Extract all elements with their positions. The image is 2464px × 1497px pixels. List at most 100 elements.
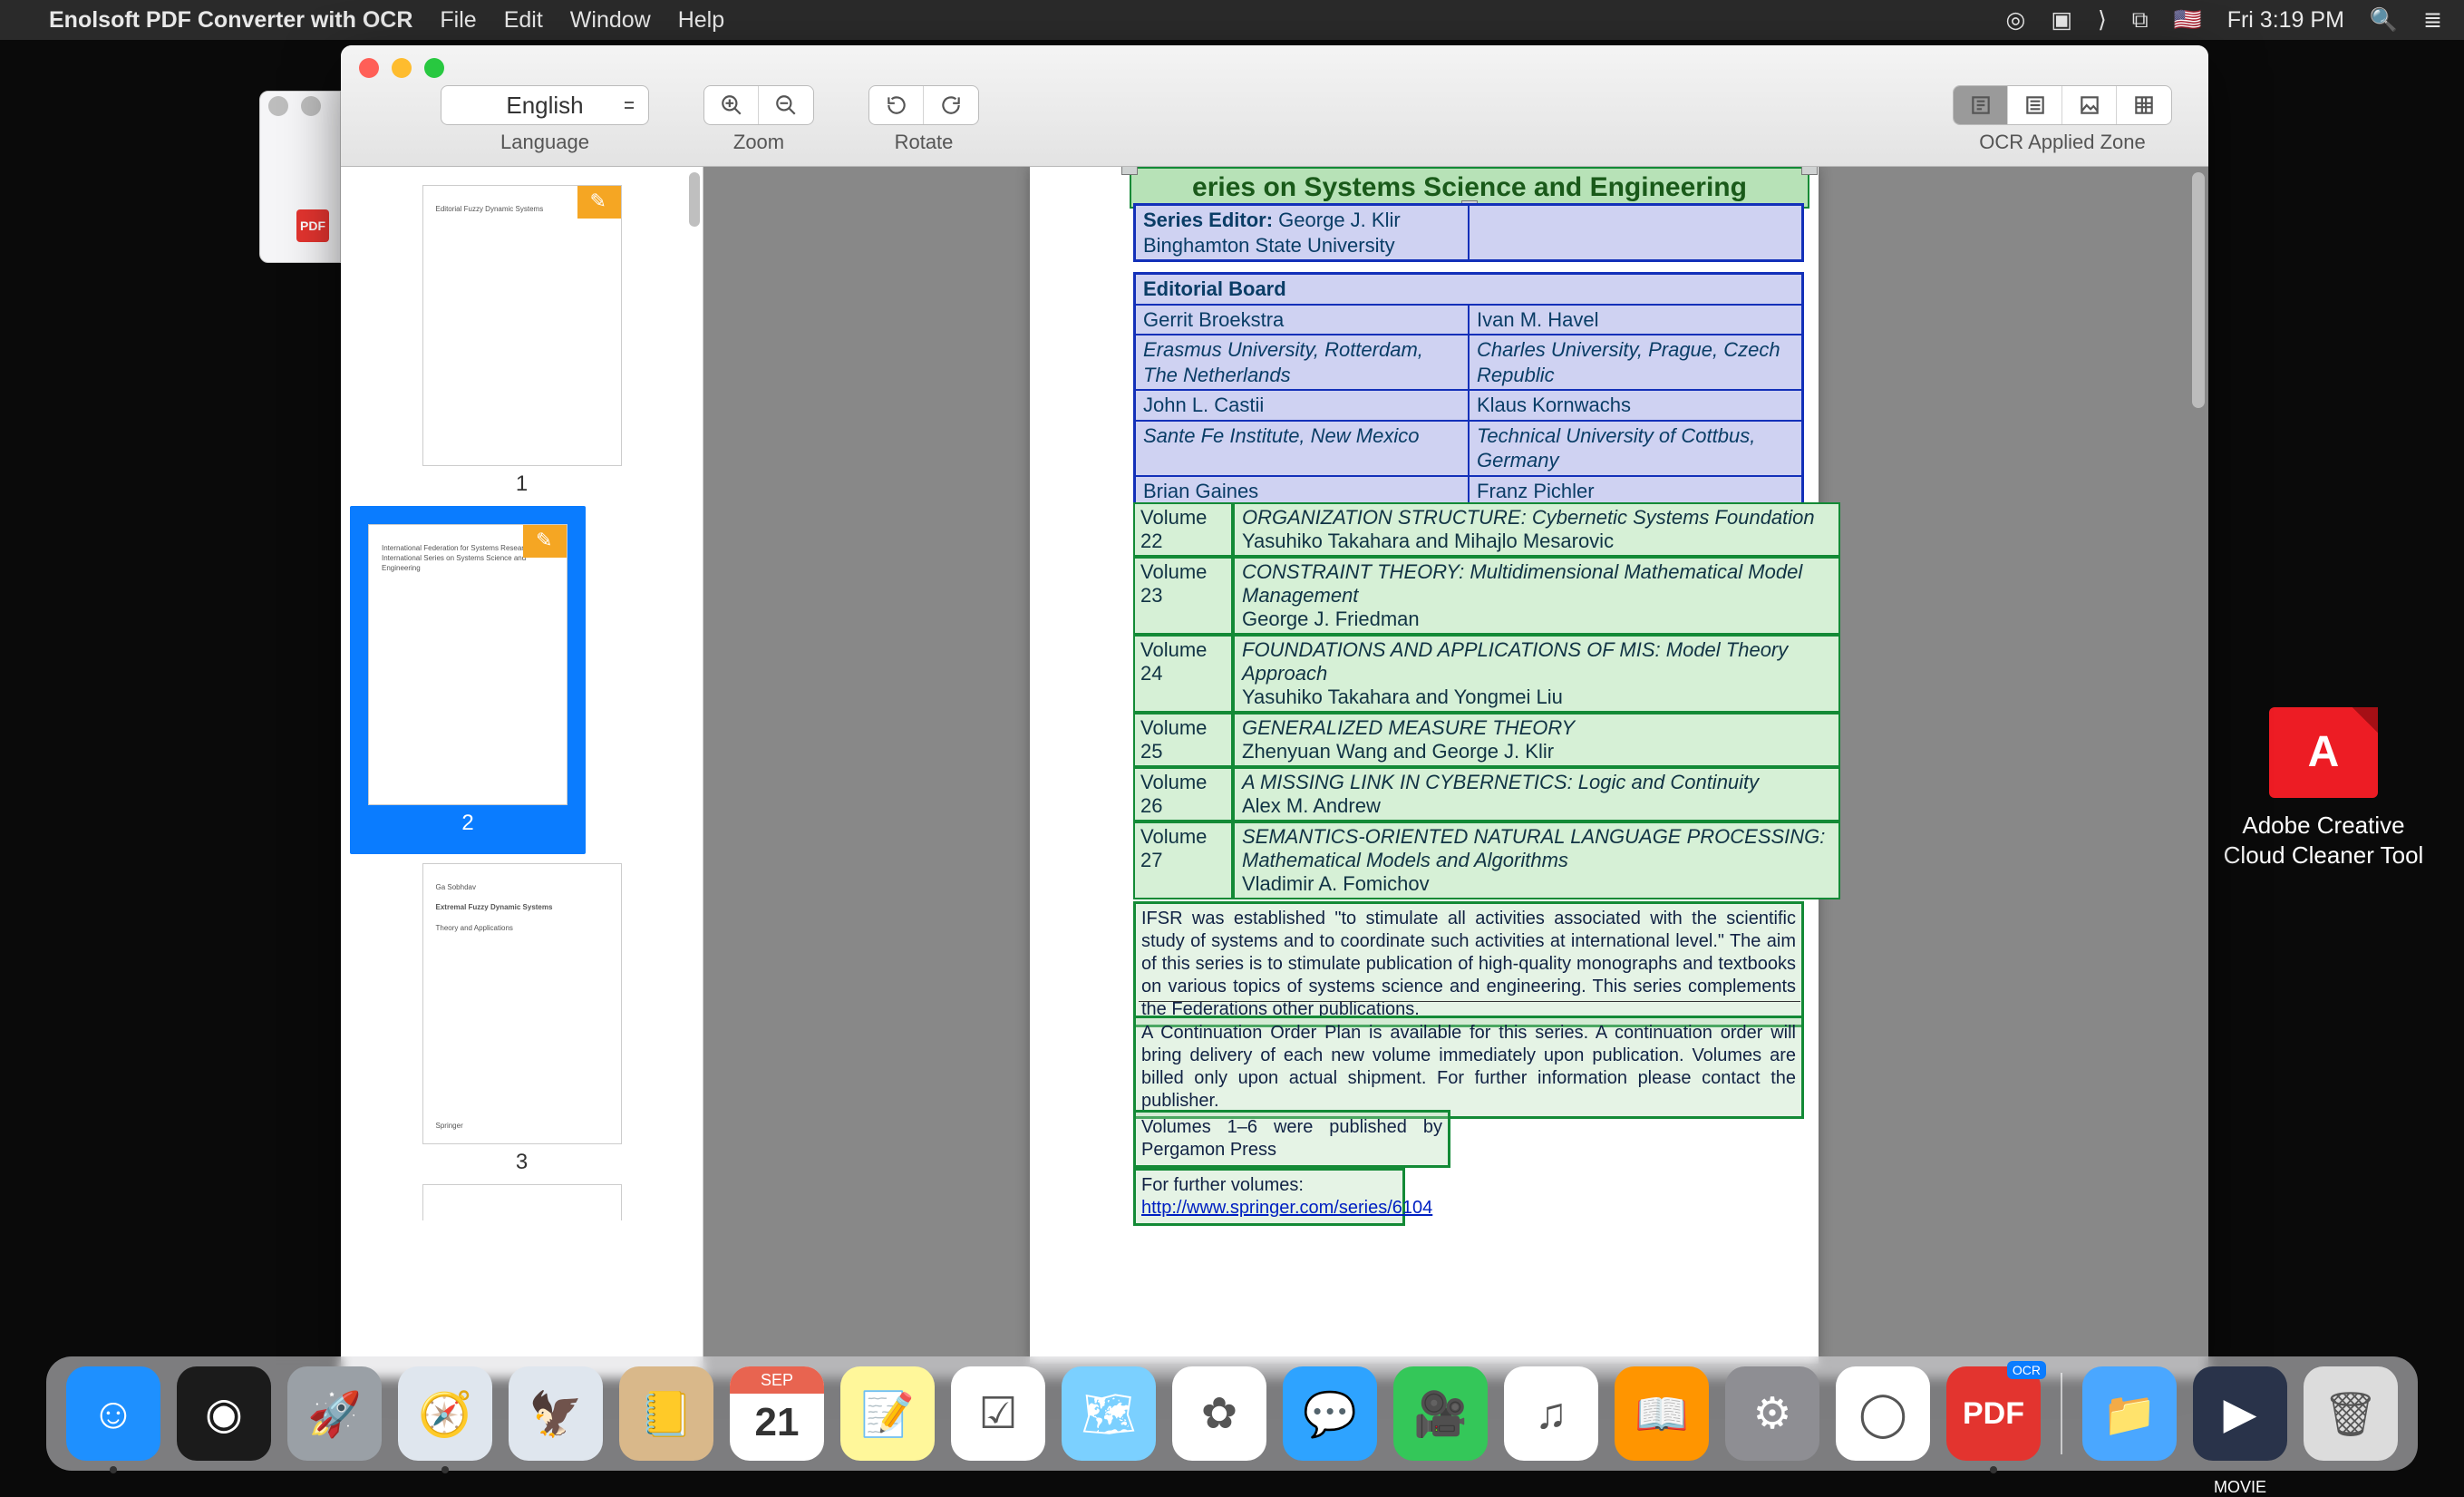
dock-app-safari[interactable]: 🧭: [398, 1366, 492, 1461]
volume-number: Volume 25: [1133, 713, 1233, 767]
thumbnail-number: 2: [359, 811, 577, 836]
dock-app-chrome[interactable]: ◯: [1836, 1366, 1930, 1461]
menubar-app-name[interactable]: Enolsoft PDF Converter with OCR: [49, 7, 412, 34]
dock-app-pdf-ocr[interactable]: PDFOCR: [1946, 1366, 2041, 1461]
volume-number: Volume 27: [1133, 821, 1233, 899]
dock-app-messages[interactable]: 💬: [1283, 1366, 1377, 1461]
dock-app-finder[interactable]: ☺: [66, 1366, 160, 1461]
dock-app-reminders[interactable]: ☑: [951, 1366, 1045, 1461]
pergamon-text: Volumes 1–6 were published by Pergamon P…: [1136, 1113, 1448, 1165]
ocr-zone-editorial-board[interactable]: Editorial Board Gerrit Broekstra Ivan M.…: [1133, 272, 1804, 539]
rotate-ccw-button[interactable]: [869, 86, 924, 124]
dock-app-trash[interactable]: 🗑: [2304, 1366, 2398, 1461]
thumbnail-page-1[interactable]: Editorial Fuzzy Dynamic Systems 1: [422, 185, 622, 497]
thumbnail-page-2[interactable]: International Federation for Systems Res…: [350, 506, 586, 854]
minimize-button[interactable]: [392, 58, 412, 78]
zoom-out-button[interactable]: [759, 86, 813, 124]
displays-icon[interactable]: ⧉: [2132, 7, 2149, 34]
ocr-zone-label: OCR Applied Zone: [1979, 131, 2145, 154]
ocr-zone-auto-button[interactable]: [1954, 86, 2008, 124]
adobe-icon: A: [2269, 707, 2378, 798]
app-window: English Language Zoom Rotate: [341, 45, 2208, 1378]
dock-app-downloads[interactable]: 📁: [2082, 1366, 2177, 1461]
ocr-zone-further-volumes[interactable]: For further volumes: http://www.springer…: [1133, 1168, 1405, 1226]
volume-number: Volume 23: [1133, 557, 1233, 635]
flag-icon[interactable]: 🇺🇸: [2174, 7, 2202, 34]
language-value: English: [506, 92, 583, 120]
mac-menubar: Enolsoft PDF Converter with OCR File Edi…: [0, 0, 2464, 40]
ocr-zone-volumes[interactable]: Volume 22ORGANIZATION STRUCTURE: Cyberne…: [1133, 502, 1840, 899]
airplay-icon[interactable]: ▣: [2051, 6, 2072, 34]
dock-label: MOVIE: [2186, 1478, 2294, 1497]
window-traffic-lights: [359, 58, 444, 78]
language-select[interactable]: English: [441, 85, 649, 125]
zoom-label: Zoom: [733, 131, 784, 154]
menu-help[interactable]: Help: [678, 7, 724, 34]
springer-link[interactable]: http://www.springer.com/series/6104: [1141, 1198, 1432, 1218]
ocr-zone-image-button[interactable]: [2062, 86, 2117, 124]
desktop-icon-adobe-cleaner[interactable]: A Adobe Creative Cloud Cleaner Tool: [2219, 707, 2428, 870]
creative-cloud-icon[interactable]: ◎: [2005, 6, 2025, 34]
dock-app-movie[interactable]: ▶MOVIE: [2193, 1366, 2287, 1461]
dock-app-sysprefs[interactable]: ⚙: [1725, 1366, 1819, 1461]
ocr-zone-continuation-paragraph[interactable]: A Continuation Order Plan is available f…: [1133, 1016, 1804, 1119]
volume-desc: GENERALIZED MEASURE THEORYZhenyuan Wang …: [1233, 713, 1840, 767]
dock-app-mail[interactable]: 🦅: [509, 1366, 603, 1461]
ocr-zone-series-editor[interactable]: Series Editor: George J. KlirBinghamton …: [1133, 203, 1804, 262]
menubar-clock[interactable]: Fri 3:19 PM: [2227, 7, 2344, 34]
document-page: eries on Systems Science and Engineering…: [1030, 167, 1819, 1364]
dock-app-siri[interactable]: ◉: [177, 1366, 271, 1461]
thumbnail-page-4[interactable]: [422, 1184, 622, 1220]
volume-desc: A MISSING LINK IN CYBERNETICS: Logic and…: [1233, 767, 1840, 821]
thumbnail-page-3[interactable]: Ga Sobhdav Extremal Fuzzy Dynamic System…: [422, 863, 622, 1175]
ifsr-text: IFSR was established "to stimulate all a…: [1136, 904, 1801, 1025]
desktop-icon-label: Adobe Creative Cloud Cleaner Tool: [2219, 811, 2428, 870]
document-viewer[interactable]: eries on Systems Science and Engineering…: [703, 167, 2208, 1378]
dock-app-facetime[interactable]: 🎥: [1393, 1366, 1488, 1461]
rotate-cw-button[interactable]: [924, 86, 978, 124]
continuation-text: A Continuation Order Plan is available f…: [1136, 1018, 1801, 1116]
toolbar: English Language Zoom Rotate: [341, 45, 2208, 167]
dock-app-calendar[interactable]: SEP21: [730, 1366, 824, 1461]
volume-desc: SEMANTICS-ORIENTED NATURAL LANGUAGE PROC…: [1233, 821, 1840, 899]
menu-file[interactable]: File: [440, 7, 476, 34]
sidebar-scrollbar[interactable]: [689, 172, 700, 227]
viewer-scrollbar[interactable]: [2192, 172, 2205, 408]
content-area: Editorial Fuzzy Dynamic Systems 1 Intern…: [341, 167, 2208, 1378]
volume-number: Volume 22: [1133, 502, 1233, 557]
pencil-icon: [523, 525, 567, 558]
menu-edit[interactable]: Edit: [504, 7, 543, 34]
thumbnail-number: 1: [422, 471, 622, 497]
rotate-label: Rotate: [895, 131, 954, 154]
divider: [1139, 1001, 1800, 1002]
rotate-segment: [868, 85, 979, 125]
dock-app-maps[interactable]: 🗺: [1062, 1366, 1156, 1461]
language-label: Language: [500, 131, 589, 154]
thumbnail-sidebar[interactable]: Editorial Fuzzy Dynamic Systems 1 Intern…: [341, 167, 703, 1378]
running-indicator: [1990, 1466, 1997, 1473]
ocr-zone-segment: [1953, 85, 2172, 125]
spotlight-icon[interactable]: 🔍: [2370, 7, 2398, 34]
zoom-button[interactable]: [424, 58, 444, 78]
resize-handle[interactable]: [1121, 167, 1138, 175]
list-icon[interactable]: ≣: [2423, 6, 2442, 34]
ocr-zone-text-button[interactable]: [2008, 86, 2062, 124]
ocr-zone-ifsr-paragraph[interactable]: IFSR was established "to stimulate all a…: [1133, 901, 1804, 1027]
dock-app-contacts[interactable]: 📒: [619, 1366, 713, 1461]
pdf-icon: PDF: [296, 209, 329, 242]
dock-app-launchpad[interactable]: 🚀: [287, 1366, 382, 1461]
resize-handle[interactable]: [1801, 167, 1818, 175]
ocr-zone-pergamon[interactable]: Volumes 1–6 were published by Pergamon P…: [1133, 1110, 1450, 1168]
ocr-zone-table-button[interactable]: [2117, 86, 2171, 124]
dock-app-notes[interactable]: 📝: [840, 1366, 935, 1461]
bluetooth-icon[interactable]: ⟩: [2098, 6, 2107, 34]
background-window[interactable]: PDF: [259, 91, 341, 263]
dock-app-itunes[interactable]: ♫: [1504, 1366, 1598, 1461]
menu-window[interactable]: Window: [570, 7, 651, 34]
close-button[interactable]: [359, 58, 379, 78]
zoom-in-button[interactable]: [704, 86, 759, 124]
dock-separator: [2061, 1373, 2062, 1454]
dock-app-photos[interactable]: ✿: [1172, 1366, 1266, 1461]
dock-app-ibooks[interactable]: 📖: [1615, 1366, 1709, 1461]
volume-desc: FOUNDATIONS AND APPLICATIONS OF MIS: Mod…: [1233, 635, 1840, 713]
